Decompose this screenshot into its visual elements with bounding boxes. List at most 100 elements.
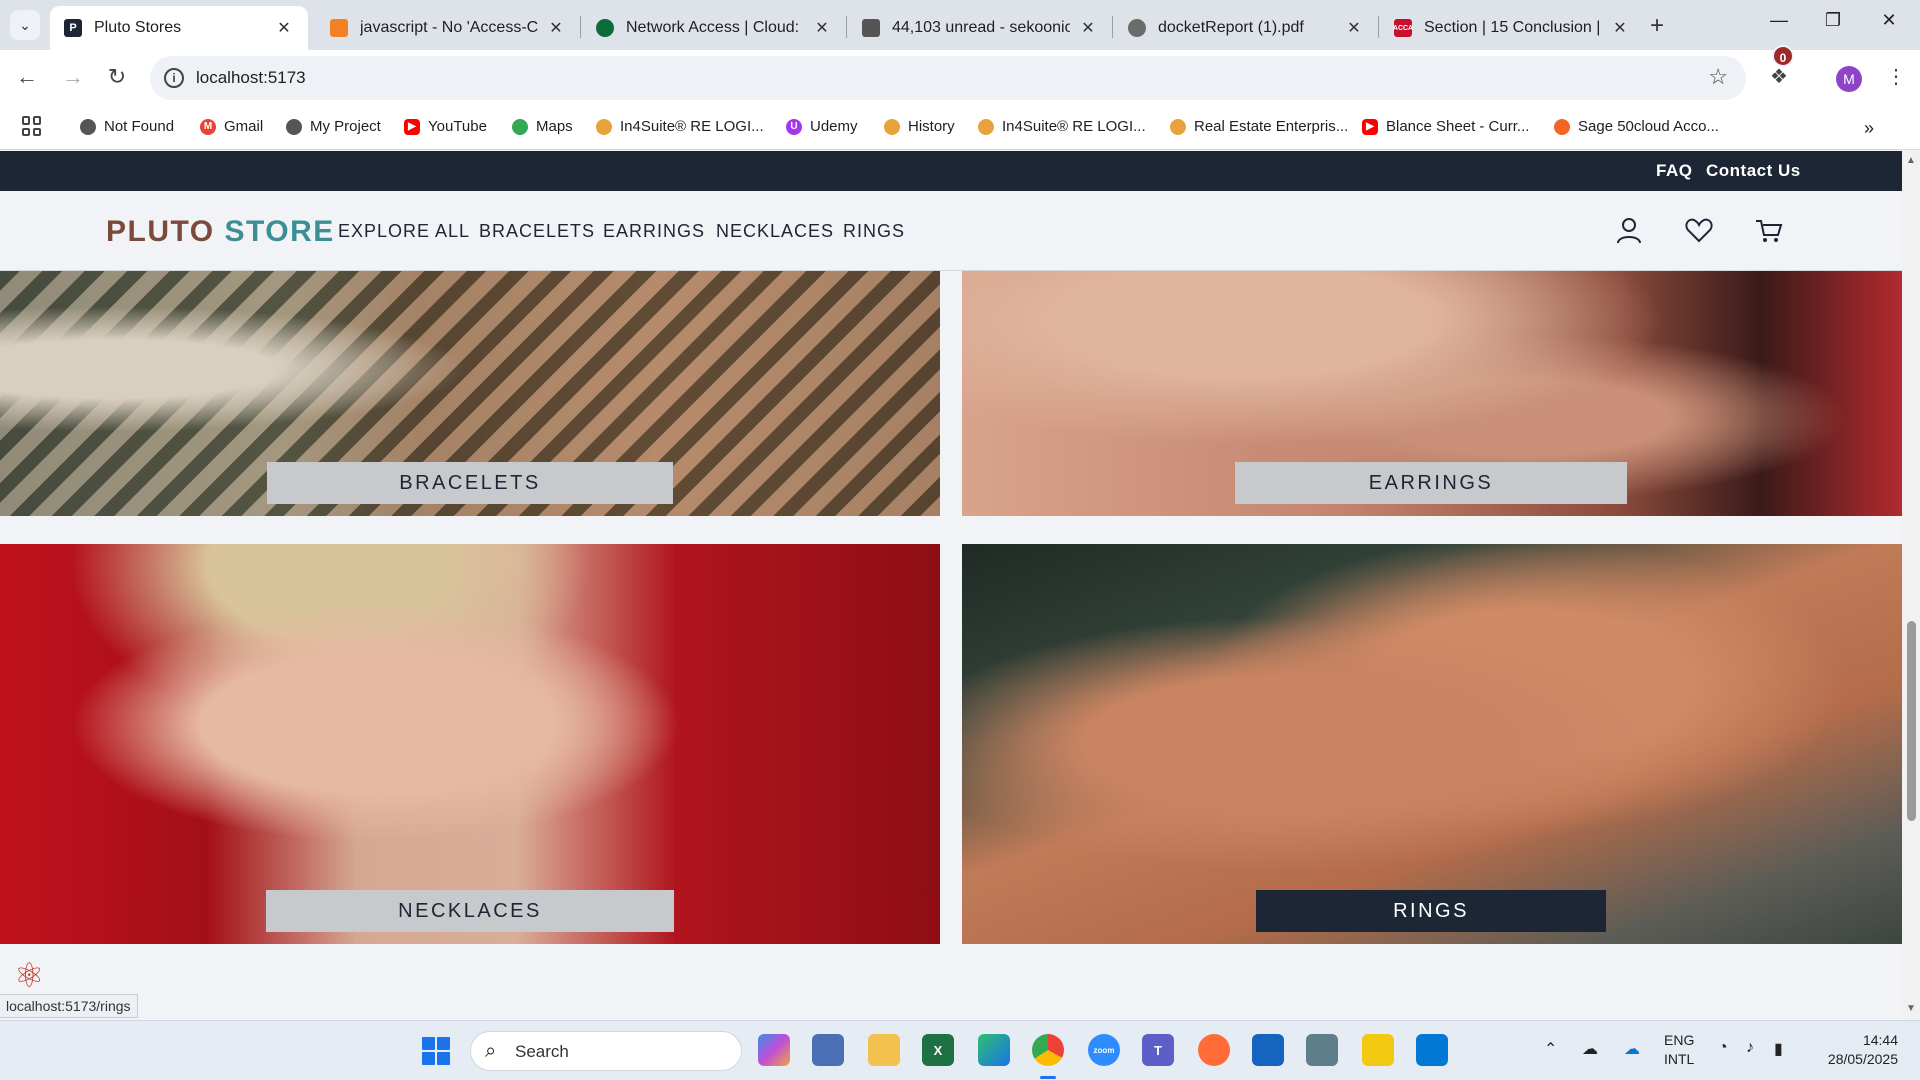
tab-search-button[interactable]: ⌄ [10,10,40,40]
edge-icon[interactable] [978,1034,1010,1066]
apps-grid-icon[interactable] [22,116,42,136]
bookmark-label: In4Suite® RE LOGI... [1002,118,1146,135]
show-hidden-icons-chevron-icon[interactable]: ⌃ [1544,1039,1557,1059]
scroll-up-arrow-icon[interactable]: ▲ [1906,155,1916,166]
bookmark-in4suite-2[interactable]: In4Suite® RE LOGI... [978,118,1146,135]
volume-icon[interactable]: ♪ [1746,1039,1754,1057]
tab-docket-report[interactable]: docketReport (1).pdf ✕ [1114,6,1378,50]
faq-link[interactable]: FAQ [1656,161,1692,181]
tab-stackoverflow[interactable]: javascript - No 'Access-Cor ✕ [316,6,580,50]
nav-rings[interactable]: RINGS [843,221,905,242]
input-language[interactable]: ENG INTL [1664,1031,1694,1069]
bookmark-label: YouTube [428,118,487,135]
windows-start-icon[interactable] [422,1037,450,1065]
user-icon[interactable] [1614,215,1644,245]
calculator-icon[interactable] [1306,1034,1338,1066]
mongodb-favicon-icon [596,19,614,37]
teams-icon[interactable]: T [1142,1034,1174,1066]
category-tile-earrings[interactable]: EARRINGS [962,271,1902,516]
power-bi-icon[interactable] [1362,1034,1394,1066]
chrome-icon[interactable] [1032,1034,1064,1066]
page-scrollbar[interactable]: ▲ ▼ [1902,151,1920,1020]
category-tile-necklaces[interactable]: NECKLACES [0,544,940,944]
category-label-rings[interactable]: RINGS [1256,890,1606,932]
keyboard-layout: INTL [1664,1051,1695,1067]
taskbar-search-label: Search [515,1042,569,1061]
profile-avatar[interactable]: M [1836,66,1862,92]
close-tab-icon[interactable]: ✕ [274,18,294,38]
bookmark-youtube[interactable]: ▶ YouTube [404,118,487,135]
scrollbar-thumb[interactable] [1907,621,1916,821]
heart-icon[interactable] [1684,215,1714,245]
excel-icon[interactable]: X [922,1034,954,1066]
scroll-down-arrow-icon[interactable]: ▼ [1906,1003,1916,1014]
bookmark-udemy[interactable]: U Udemy [786,118,858,135]
onedrive-icon[interactable]: ☁ [1624,1039,1640,1059]
bookmark-not-found[interactable]: Not Found [80,118,174,135]
restore-button[interactable]: ❐ [1810,10,1856,31]
in4suite-icon [596,118,612,135]
chevron-down-icon: ⌄ [19,16,31,33]
postman-icon[interactable] [1198,1034,1230,1066]
youtube-icon: ▶ [404,118,420,135]
battery-icon[interactable]: ▮ [1774,1039,1783,1059]
tab-pluto-stores[interactable]: P Pluto Stores ✕ [50,6,308,50]
category-label-bracelets[interactable]: BRACELETS [267,462,673,504]
close-window-button[interactable]: ✕ [1866,10,1912,31]
onedrive-sync-icon[interactable]: ☁ [1582,1039,1598,1059]
category-label-earrings[interactable]: EARRINGS [1235,462,1627,504]
close-tab-icon[interactable]: ✕ [1078,18,1098,38]
brand-part1: PLUTO [106,215,215,248]
cart-icon[interactable] [1754,215,1784,245]
remote-desktop-icon[interactable] [812,1034,844,1066]
browser-menu-icon[interactable]: ⋮ [1886,64,1906,89]
site-header: PLUTO STORE EXPLORE ALL BRACELETS EARRIN… [0,191,1902,271]
reload-button[interactable]: ↻ [102,64,132,90]
contact-us-link[interactable]: Contact Us [1706,161,1801,181]
nav-earrings[interactable]: EARRINGS [603,221,705,242]
gmail-icon: M [200,118,216,135]
new-tab-button[interactable]: + [1650,12,1664,40]
forward-button[interactable]: → [58,64,88,90]
globe-icon [80,118,96,135]
nav-explore-all[interactable]: EXPLORE ALL [338,221,470,242]
bookmark-gmail[interactable]: M Gmail [200,118,263,135]
close-tab-icon[interactable]: ✕ [546,18,566,38]
copilot-icon[interactable] [758,1034,790,1066]
close-tab-icon[interactable]: ✕ [812,18,832,38]
tab-acca-section[interactable]: ACCA Section | 15 Conclusion | A ✕ [1380,6,1644,50]
category-label-necklaces[interactable]: NECKLACES [266,890,674,932]
bookmark-balance-sheet[interactable]: ▶ Blance Sheet - Curr... [1362,118,1529,135]
tab-mail[interactable]: 44,103 unread - sekooniol ✕ [848,6,1112,50]
nav-necklaces[interactable]: NECKLACES [716,221,834,242]
vscode-icon[interactable] [1416,1034,1448,1066]
nav-bracelets[interactable]: BRACELETS [479,221,595,242]
brand-logo[interactable]: PLUTO STORE [106,215,335,249]
bookmark-in4suite-1[interactable]: In4Suite® RE LOGI... [596,118,764,135]
more-bookmarks-icon[interactable]: » [1864,118,1874,139]
taskbar-search[interactable]: ⌕ Search [470,1031,742,1071]
zoom-icon[interactable]: zoom [1088,1034,1120,1066]
back-button[interactable]: ← [12,64,42,90]
minimize-button[interactable]: — [1756,10,1802,31]
bookmark-real-estate[interactable]: Real Estate Enterpris... [1170,118,1348,135]
bookmark-star-icon[interactable]: ☆ [1708,64,1728,90]
address-bar[interactable]: i localhost:5173 ☆ [150,56,1746,100]
close-tab-icon[interactable]: ✕ [1610,18,1630,38]
category-tile-bracelets[interactable]: BRACELETS [0,271,940,516]
bookmark-maps[interactable]: Maps [512,118,573,135]
file-explorer-icon[interactable] [868,1034,900,1066]
site-info-icon[interactable]: i [164,68,184,88]
bookmark-history[interactable]: History [884,118,955,135]
close-tab-icon[interactable]: ✕ [1344,18,1364,38]
system-clock[interactable]: 14:44 28/05/2025 [1818,1031,1898,1069]
bookmark-my-project[interactable]: My Project [286,118,381,135]
bookmark-sage[interactable]: Sage 50cloud Acco... [1554,118,1719,135]
tab-mongodb[interactable]: Network Access | Cloud: M ✕ [582,6,846,50]
react-devtools-icon[interactable]: ⚛ [14,956,44,996]
address-url[interactable]: localhost:5173 [196,68,306,88]
sql-tool-icon[interactable] [1252,1034,1284,1066]
extensions-icon[interactable]: ❖ [1770,64,1788,89]
category-tile-rings[interactable]: RINGS [962,544,1902,944]
wifi-icon[interactable]: ◔ [1718,1039,1728,1057]
